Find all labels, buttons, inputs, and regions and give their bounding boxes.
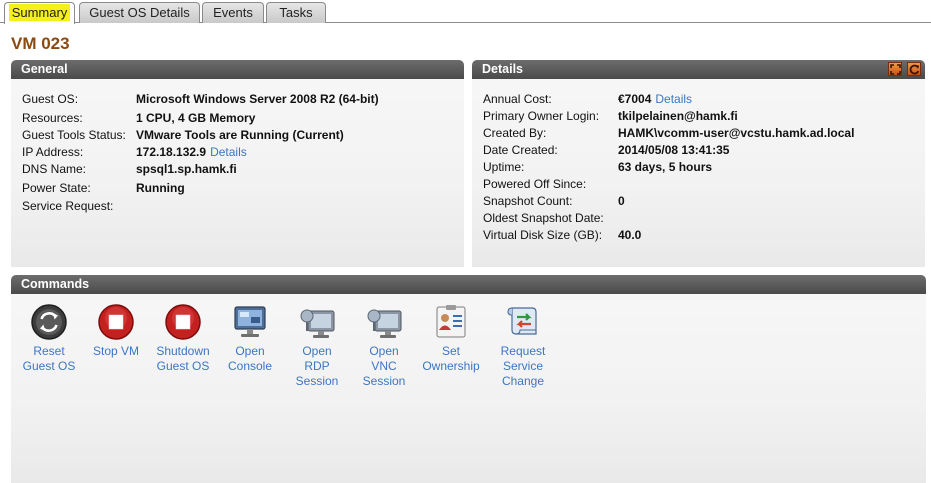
details-header-icons bbox=[886, 62, 921, 77]
shutdown-guest-os-label: Shutdown Guest OS bbox=[156, 344, 210, 373]
open-rdp-session-label: Open RDP Session bbox=[295, 344, 339, 388]
request-service-change-button[interactable]: Request Service Change bbox=[488, 303, 558, 389]
refresh-icon[interactable] bbox=[907, 62, 921, 76]
general-panel-header: General bbox=[11, 60, 464, 79]
annual-cost-details-link[interactable]: Details bbox=[655, 92, 692, 106]
set-ownership-button[interactable]: Set Ownership bbox=[416, 303, 486, 374]
guest-tools-label: Guest Tools Status: bbox=[22, 128, 126, 142]
created-by-value: HAMK\vcomm-user@vcstu.hamk.ad.local bbox=[618, 126, 855, 140]
rdp-icon bbox=[298, 303, 336, 341]
request-service-change-label: Request Service Change bbox=[500, 344, 546, 388]
tab-summary[interactable]: Summary bbox=[4, 2, 75, 24]
reset-guest-os-label: Reset Guest OS bbox=[22, 344, 76, 373]
open-rdp-session-button[interactable]: Open RDP Session bbox=[282, 303, 352, 389]
tab-bar: Summary Guest OS Details Events Tasks bbox=[0, 0, 931, 24]
uptime-label: Uptime: bbox=[483, 160, 525, 174]
resources-label: Resources: bbox=[22, 111, 83, 125]
tab-events[interactable]: Events bbox=[202, 2, 264, 23]
date-created-value: 2014/05/08 13:41:35 bbox=[618, 143, 730, 157]
open-console-label: Open Console bbox=[227, 344, 273, 373]
ip-details-link[interactable]: Details bbox=[210, 145, 247, 159]
annual-cost-label: Annual Cost: bbox=[483, 92, 552, 106]
uptime-value: 63 days, 5 hours bbox=[618, 160, 713, 174]
page-title: VM 023 bbox=[11, 34, 70, 53]
open-console-button[interactable]: Open Console bbox=[215, 303, 285, 374]
stop-icon bbox=[97, 303, 135, 341]
powered-off-since-label: Powered Off Since: bbox=[483, 177, 587, 191]
ownership-icon bbox=[432, 303, 470, 341]
guest-os-value: Microsoft Windows Server 2008 R2 (64-bit… bbox=[136, 92, 379, 106]
tab-events-label: Events bbox=[213, 5, 253, 20]
tab-summary-label: Summary bbox=[8, 4, 71, 21]
details-panel-header: Details bbox=[472, 60, 925, 79]
guest-tools-value: VMware Tools are Running (Current) bbox=[136, 128, 344, 142]
oldest-snapshot-label: Oldest Snapshot Date: bbox=[483, 211, 604, 225]
set-ownership-label: Set Ownership bbox=[422, 344, 480, 373]
snapshot-count-value: 0 bbox=[618, 194, 625, 208]
stop-vm-label: Stop VM bbox=[92, 344, 140, 358]
guest-os-label: Guest OS: bbox=[22, 92, 79, 106]
tab-tasks[interactable]: Tasks bbox=[266, 2, 326, 23]
commands-panel-header: Commands bbox=[11, 275, 926, 294]
snapshot-count-label: Snapshot Count: bbox=[483, 194, 573, 208]
primary-owner-label: Primary Owner Login: bbox=[483, 109, 600, 123]
details-panel: Details Annual Cost: €7004 Details Primar… bbox=[472, 60, 925, 267]
dns-name-label: DNS Name: bbox=[22, 162, 87, 176]
reset-guest-os-button[interactable]: Reset Guest OS bbox=[14, 303, 84, 374]
created-by-label: Created By: bbox=[483, 126, 547, 140]
shutdown-guest-os-button[interactable]: Shutdown Guest OS bbox=[148, 303, 218, 374]
ip-address-label: IP Address: bbox=[22, 145, 84, 159]
vnc-icon bbox=[365, 303, 403, 341]
stop-vm-button[interactable]: Stop VM bbox=[81, 303, 151, 359]
general-panel: General Guest OS: Microsoft Windows Serv… bbox=[11, 60, 464, 267]
power-state-value: Running bbox=[136, 181, 185, 195]
primary-owner-value: tkilpelainen@hamk.fi bbox=[618, 109, 738, 123]
ip-address-value: 172.18.132.9 bbox=[136, 145, 207, 159]
open-vnc-session-button[interactable]: Open VNC Session bbox=[349, 303, 419, 389]
open-vnc-session-label: Open VNC Session bbox=[362, 344, 406, 388]
service-request-label: Service Request: bbox=[22, 199, 114, 213]
power-state-label: Power State: bbox=[22, 181, 91, 195]
dns-name-value: spsql1.sp.hamk.fi bbox=[136, 162, 237, 176]
date-created-label: Date Created: bbox=[483, 143, 558, 157]
tab-guest-os-details[interactable]: Guest OS Details bbox=[79, 2, 200, 23]
service-change-icon bbox=[504, 303, 542, 341]
reset-icon bbox=[30, 303, 68, 341]
console-icon bbox=[231, 303, 269, 341]
resources-value: 1 CPU, 4 GB Memory bbox=[136, 111, 256, 125]
shutdown-icon bbox=[164, 303, 202, 341]
tab-tasks-label: Tasks bbox=[279, 5, 313, 20]
annual-cost-value: €7004 bbox=[618, 92, 652, 106]
tab-guest-os-details-label: Guest OS Details bbox=[89, 5, 190, 20]
virtual-disk-size-label: Virtual Disk Size (GB): bbox=[483, 228, 603, 242]
maximize-icon[interactable] bbox=[887, 62, 902, 76]
details-panel-title: Details bbox=[482, 62, 523, 76]
virtual-disk-size-value: 40.0 bbox=[618, 228, 642, 242]
